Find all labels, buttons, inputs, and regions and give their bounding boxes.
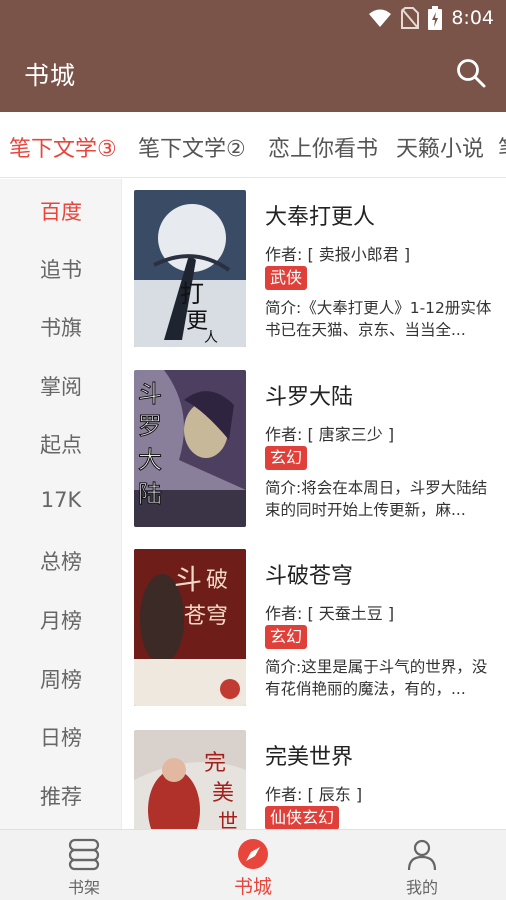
- book-cover: 打 更 人: [134, 190, 246, 347]
- svg-text:大: 大: [138, 446, 162, 474]
- sidebar-item-total-rank[interactable]: 总榜: [0, 546, 122, 576]
- status-icons: 8:04: [368, 6, 494, 30]
- sidebar-item-zhangyue[interactable]: 掌阅: [0, 371, 122, 401]
- nav-bookshelf[interactable]: 书架: [0, 830, 168, 900]
- book-intro: 简介:将会在本周日，斗罗大陆结束的同时开始上传更新，麻...: [265, 479, 488, 519]
- book-intro: 简介:《大奉打更人》1-12册实体书已在天猫、京东、当当全...: [265, 299, 492, 339]
- tab-source-2[interactable]: 笔下文学②: [138, 131, 246, 163]
- genre-badge: 武侠: [265, 266, 308, 290]
- wifi-icon: [369, 9, 392, 27]
- svg-text:苍穹: 苍穹: [184, 604, 228, 629]
- nav-profile[interactable]: 我的: [338, 830, 506, 900]
- tab-source-1[interactable]: 笔下文学③: [9, 131, 117, 163]
- svg-text:人: 人: [204, 330, 218, 346]
- book-item[interactable]: 完 美 世 完美世界 作者: [ 辰东 ] 仙侠玄幻: [122, 720, 506, 829]
- tab-source-4[interactable]: 天籁小说: [396, 131, 484, 163]
- book-title: 完美世界: [265, 745, 354, 770]
- sidebar-item-recommend[interactable]: 推荐: [0, 781, 122, 811]
- sidebar-item-baidu[interactable]: 百度: [0, 196, 122, 226]
- nav-label: 我的: [405, 878, 438, 897]
- book-author: 作者: [ 天蚕土豆 ]: [265, 604, 395, 623]
- sidebar-item-daily-rank[interactable]: 日榜: [0, 722, 122, 752]
- nav-bookstore[interactable]: 书城: [169, 830, 337, 900]
- sidebar-item-qidian[interactable]: 起点: [0, 429, 122, 459]
- no-sim-icon: [401, 7, 420, 29]
- book-title: 斗破苍穹: [265, 564, 354, 589]
- tab-source-3[interactable]: 恋上你看书: [268, 131, 378, 163]
- bottom-nav: 书架 书城 我的: [0, 829, 506, 900]
- sidebar-item-monthly-rank[interactable]: 月榜: [0, 605, 122, 635]
- book-cover: 完 美 世: [134, 730, 246, 829]
- tab-source-partial[interactable]: 笔: [498, 131, 506, 163]
- source-tabs: 笔下文学③ 笔下文学② 恋上你看书 天籁小说 笔: [0, 112, 506, 178]
- book-cover: 斗 罗 大 陆: [134, 370, 246, 527]
- book-author: 作者: [ 辰东 ]: [265, 785, 363, 804]
- svg-text:斗: 斗: [138, 380, 162, 408]
- search-icon: [457, 59, 486, 88]
- genre-badge: 玄幻: [265, 625, 308, 649]
- book-author: 作者: [ 卖报小郎君 ]: [265, 245, 411, 264]
- svg-text:美: 美: [212, 781, 234, 806]
- book-intro: 简介:这里是属于斗气的世界，没有花俏艳丽的魔法，有的，...: [265, 658, 488, 698]
- svg-text:世: 世: [218, 809, 238, 829]
- genre-badge: 玄幻: [265, 446, 308, 470]
- svg-text:斗: 斗: [174, 563, 202, 596]
- person-icon: [407, 839, 437, 871]
- sidebar-item-17k[interactable]: 17K: [0, 488, 122, 512]
- nav-label: 书城: [233, 876, 272, 898]
- svg-text:罗: 罗: [138, 412, 162, 440]
- status-time: 8:04: [451, 7, 494, 29]
- svg-text:打: 打: [180, 280, 204, 308]
- compass-icon: [238, 839, 268, 869]
- search-button[interactable]: [454, 56, 488, 90]
- sidebar-item-zhuishu[interactable]: 追书: [0, 254, 122, 284]
- book-title: 大奉打更人: [265, 205, 376, 230]
- category-sidebar: 百度 追书 书旗 掌阅 起点 17K 总榜 月榜 周榜 日榜 推荐: [0, 179, 122, 829]
- status-bar: 8:04: [0, 0, 506, 36]
- genre-badge: 仙侠玄幻: [265, 806, 340, 829]
- book-author: 作者: [ 唐家三少 ]: [265, 425, 395, 444]
- nav-label: 书架: [67, 878, 100, 897]
- svg-text:破: 破: [206, 568, 228, 593]
- page-title: 书城: [24, 61, 77, 90]
- svg-text:完: 完: [204, 751, 226, 776]
- book-item[interactable]: 斗 破 苍穹 斗破苍穹 作者: [ 天蚕土豆 ] 玄幻 简介:这里是属于斗气的世…: [122, 539, 506, 719]
- book-cover: 斗 破 苍穹: [134, 549, 246, 706]
- book-item[interactable]: 斗 罗 大 陆 斗罗大陆 作者: [ 唐家三少 ] 玄幻 简介:将会在本周日，斗…: [122, 360, 506, 540]
- bookshelf-icon: [68, 838, 100, 871]
- book-title: 斗罗大陆: [265, 385, 354, 410]
- sidebar-item-shuqi[interactable]: 书旗: [0, 312, 122, 342]
- sidebar-item-weekly-rank[interactable]: 周榜: [0, 664, 122, 694]
- book-item[interactable]: 打 更 人 大奉打更人 作者: [ 卖报小郎君 ] 武侠 简介:《大奉打更人》1…: [122, 180, 506, 360]
- app-bar: 书城: [0, 36, 506, 112]
- svg-text:陆: 陆: [138, 480, 162, 508]
- battery-charging-icon: [428, 6, 443, 30]
